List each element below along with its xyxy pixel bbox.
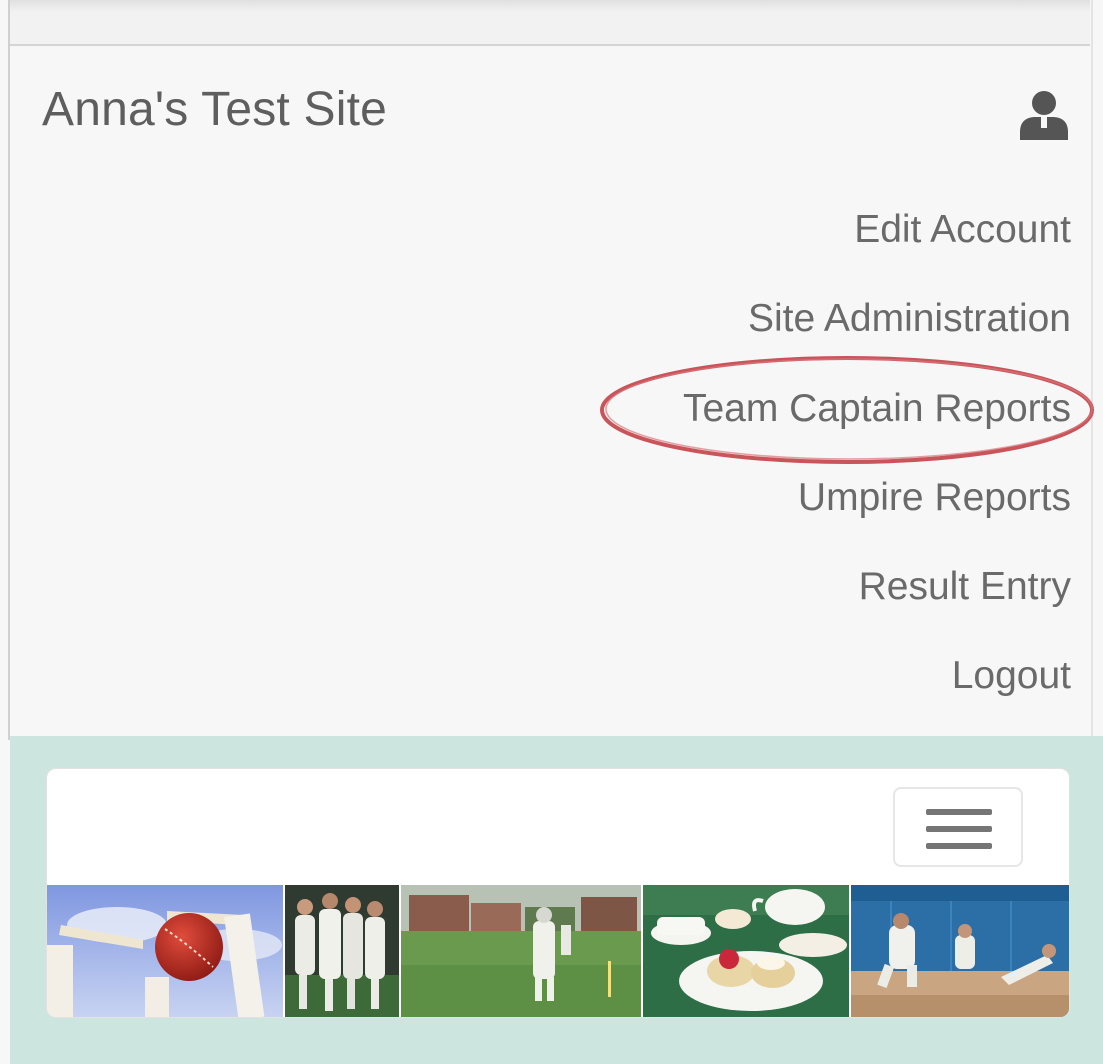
hamburger-bar [926, 843, 992, 849]
page: Anna's Test Site Edit Account Site Admin… [0, 0, 1103, 1064]
nav-toggle-button[interactable] [893, 787, 1023, 867]
hamburger-menu-icon [926, 809, 992, 815]
hamburger-bar [926, 826, 992, 832]
menu-item-site-administration[interactable]: Site Administration [748, 297, 1071, 341]
site-title[interactable]: Anna's Test Site [42, 82, 387, 137]
team-celebration-photo [285, 885, 399, 1017]
user-icon[interactable] [1016, 86, 1072, 142]
menu-item-umpire-reports[interactable]: Umpire Reports [798, 476, 1071, 520]
left-border [8, 0, 10, 740]
batsman-on-field-photo [401, 885, 641, 1017]
menu-item-result-entry[interactable]: Result Entry [859, 565, 1071, 609]
indoor-cricket-photo [851, 885, 1069, 1017]
top-bar-shadow [10, 0, 1090, 12]
menu-item-logout[interactable]: Logout [952, 654, 1071, 698]
user-icon-glyph [1020, 91, 1068, 140]
photo-banner [47, 885, 1069, 1017]
cream-tea-photo [643, 885, 849, 1017]
menu-item-edit-account[interactable]: Edit Account [854, 208, 1071, 252]
menu-item-team-captain-reports[interactable]: Team Captain Reports [683, 387, 1071, 431]
site-header-card [46, 768, 1070, 1018]
cricket-ball-stumps-photo [47, 885, 283, 1017]
right-border [1091, 0, 1093, 740]
